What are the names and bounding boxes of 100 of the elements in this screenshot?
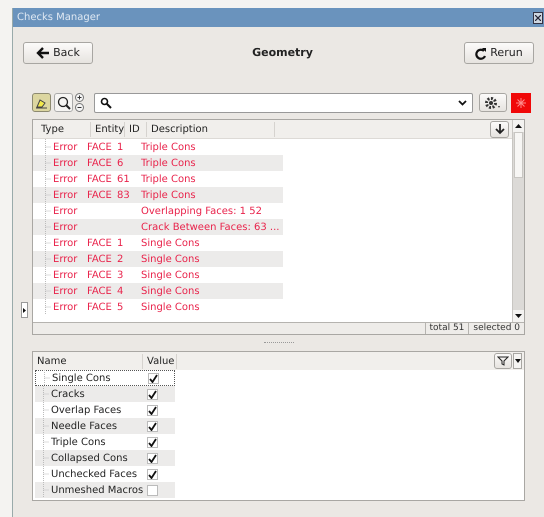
id-cell-text: 5: [117, 300, 124, 314]
type-cell-text: Error: [53, 300, 78, 314]
filter-button[interactable]: [494, 353, 512, 369]
id-cell-text: 1: [117, 140, 124, 154]
down-arrow-icon: [494, 123, 504, 135]
description-cell-text: Triple Cons: [141, 140, 196, 154]
check-name: Unmeshed Macros: [51, 484, 144, 498]
column-header[interactable]: Entity: [91, 122, 125, 136]
type-cell-text: Error: [53, 236, 78, 250]
id-cell-text: 4: [117, 284, 124, 298]
check-name: Single Cons: [52, 372, 112, 386]
column-header[interactable]: Name: [33, 354, 143, 368]
gear-icon: [484, 96, 502, 110]
left-arrow-icon: [36, 47, 50, 59]
menu-dropdown-button[interactable]: [513, 353, 522, 369]
type-cell-text: Error: [53, 172, 78, 186]
id-cell-text: 3: [117, 268, 124, 282]
up-arrow-icon: [515, 124, 522, 128]
checkbox[interactable]: [147, 468, 158, 480]
checkbox[interactable]: [147, 388, 158, 400]
description-cell-text: Single Cons: [141, 284, 200, 298]
rerun-button[interactable]: Rerun: [464, 42, 534, 64]
column-header[interactable]: ID: [125, 122, 147, 136]
checkbox[interactable]: [147, 484, 158, 496]
right-triangle-icon: [23, 308, 26, 312]
description-cell-text: Triple Cons: [141, 156, 196, 170]
description-cell-text: Crack Between Faces: 63 ...: [141, 220, 280, 234]
description-cell-text: Overlapping Faces: 1 52: [141, 204, 262, 218]
check-name: Overlap Faces: [51, 404, 122, 418]
type-cell-text: Error: [53, 252, 78, 266]
page-title: Geometry: [252, 44, 313, 61]
check-name: Needle Faces: [51, 420, 118, 434]
check-row[interactable]: Cracks: [35, 386, 175, 402]
check-row[interactable]: Needle Faces: [35, 418, 175, 434]
minus-icon: [75, 103, 84, 112]
column-header[interactable]: Value: [143, 354, 177, 368]
check-name: Unchecked Faces: [51, 468, 138, 482]
type-cell-text: Error: [53, 268, 78, 282]
id-cell-text: 83: [117, 188, 130, 202]
description-cell-text: Single Cons: [141, 268, 200, 282]
checkbox[interactable]: [147, 452, 158, 464]
column-header[interactable]: Type: [37, 122, 91, 136]
sort-button[interactable]: [490, 120, 509, 138]
checkbox[interactable]: [147, 404, 158, 416]
dropdown-icon: [458, 100, 467, 106]
description-cell-text: Single Cons: [141, 236, 200, 250]
type-cell-text: Error: [53, 156, 78, 170]
check-name: Collapsed Cons: [51, 452, 129, 466]
id-cell-text: 2: [117, 252, 124, 266]
window-title: Checks Manager: [17, 11, 100, 25]
description-cell-text: Single Cons: [141, 252, 200, 266]
search-field[interactable]: [94, 92, 473, 112]
type-cell-text: Error: [53, 284, 78, 298]
zoom-button[interactable]: [54, 93, 73, 112]
check-name: Triple Cons: [51, 436, 107, 450]
plus-icon: [75, 93, 84, 102]
down-arrow-icon: [515, 314, 522, 318]
id-cell-text: 6: [117, 156, 124, 170]
scrollbar-thumb[interactable]: [514, 132, 523, 178]
entity-cell-text: FACE: [87, 236, 112, 250]
entity-cell-text: FACE: [87, 140, 112, 154]
highlight-button[interactable]: [32, 93, 51, 112]
entity-cell-text: FACE: [87, 156, 112, 170]
entity-cell-text: FACE: [87, 172, 112, 186]
close-icon: [535, 14, 541, 20]
redo-icon: [475, 46, 488, 60]
column-header[interactable]: Description: [147, 122, 275, 136]
search-icon: [100, 96, 112, 108]
check-name: Cracks: [51, 388, 86, 402]
entity-cell-text: FACE: [87, 268, 112, 282]
description-cell-text: Single Cons: [141, 300, 200, 314]
close-button[interactable]: [533, 12, 543, 24]
splitter-handle[interactable]: [264, 342, 294, 344]
expand-handle[interactable]: [21, 302, 28, 318]
type-cell-text: Error: [53, 140, 78, 154]
error-status-button[interactable]: [511, 92, 531, 112]
caret-icon: [514, 359, 520, 363]
type-cell-text: Error: [53, 220, 78, 234]
description-cell-text: Triple Cons: [141, 172, 196, 186]
type-cell-text: Error: [53, 188, 78, 202]
entity-cell-text: FACE: [87, 188, 112, 202]
id-cell-text: 61: [117, 172, 130, 186]
settings-button[interactable]: [479, 93, 507, 112]
entity-cell-text: FACE: [87, 284, 112, 298]
checkbox[interactable]: [147, 436, 158, 448]
check-row[interactable]: Collapsed Cons: [35, 450, 175, 466]
back-button[interactable]: Back: [23, 42, 93, 64]
magnifier-icon: [56, 96, 70, 110]
scrollbar[interactable]: [512, 120, 524, 322]
check-row[interactable]: Unmeshed Macros: [35, 482, 175, 498]
checkbox[interactable]: [148, 372, 159, 384]
type-cell-text: Error: [53, 204, 78, 218]
burst-icon: [515, 96, 527, 108]
entity-cell-text: FACE: [87, 300, 112, 314]
description-cell-text: Triple Cons: [141, 188, 196, 202]
entity-cell-text: FACE: [87, 252, 112, 266]
checkbox[interactable]: [147, 420, 158, 432]
total-count: total 51: [424, 323, 468, 334]
id-cell-text: 1: [117, 236, 124, 250]
selected-count: selected 0: [468, 323, 524, 334]
